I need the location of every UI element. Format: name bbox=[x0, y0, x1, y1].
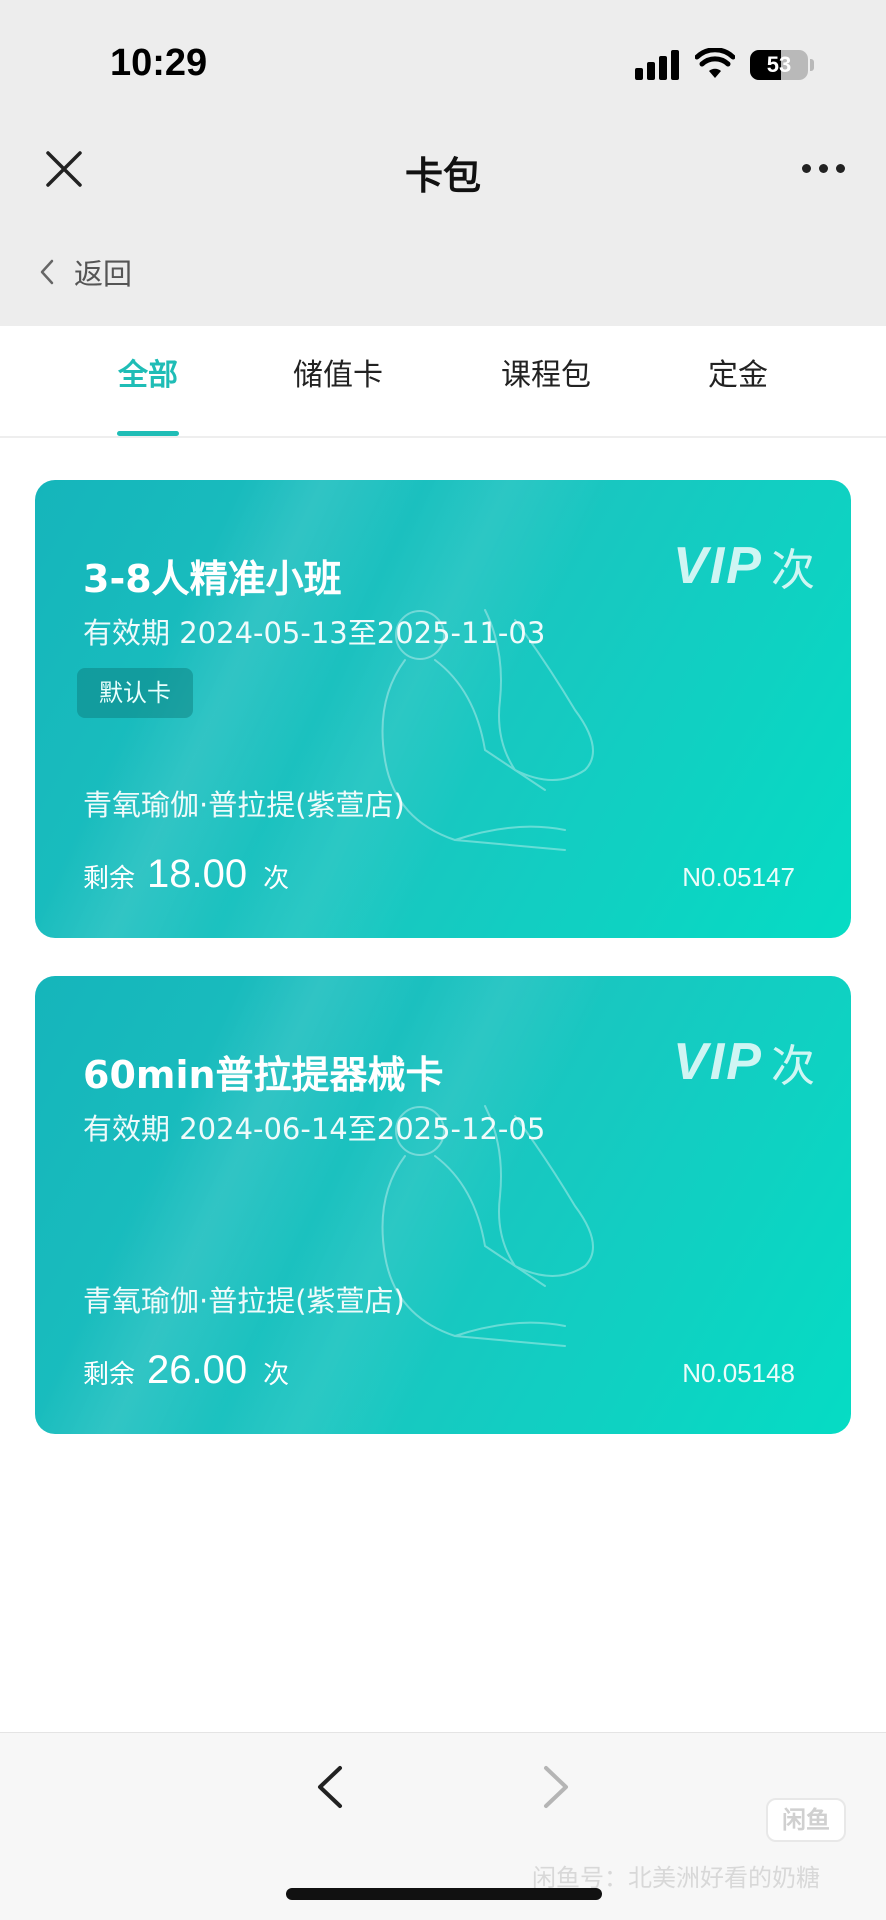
battery-cap bbox=[810, 59, 814, 71]
tab-deposit[interactable]: 定金 bbox=[690, 326, 786, 438]
vip-type: 次 bbox=[771, 545, 815, 596]
card-remaining: 剩余 26.00 次 bbox=[83, 1348, 289, 1393]
remain-unit: 次 bbox=[263, 864, 290, 894]
signal-icon bbox=[635, 50, 681, 80]
remain-value: 18.00 bbox=[147, 852, 248, 896]
default-card-badge: 默认卡 bbox=[77, 668, 193, 718]
back-label: 返回 bbox=[74, 257, 133, 291]
tab-label: 储值卡 bbox=[293, 358, 383, 393]
back-link[interactable]: 返回 bbox=[38, 252, 132, 292]
vip-mark: VIP 次 bbox=[673, 534, 815, 598]
card-remaining: 剩余 18.00 次 bbox=[83, 852, 289, 897]
battery-level: 53 bbox=[766, 52, 792, 77]
remain-label: 剩余 bbox=[83, 864, 136, 894]
membership-card[interactable]: 3-8人精准小班 有效期 2024-05-13至2025-11-03 默认卡 青… bbox=[35, 480, 851, 938]
tab-label: 全部 bbox=[118, 358, 178, 393]
home-indicator[interactable] bbox=[286, 1888, 602, 1900]
watermark-logo: 闲鱼 bbox=[766, 1798, 846, 1842]
card-store: 青氧瑜伽·普拉提(紫萱店) bbox=[83, 1284, 405, 1318]
more-icon[interactable] bbox=[798, 158, 848, 180]
remain-value: 26.00 bbox=[147, 1348, 248, 1392]
card-store: 青氧瑜伽·普拉提(紫萱店) bbox=[83, 788, 405, 822]
remain-label: 剩余 bbox=[83, 1360, 136, 1390]
wifi-icon bbox=[695, 48, 735, 78]
tab-stored-value-card[interactable]: 储值卡 bbox=[278, 326, 398, 438]
vip-text: VIP bbox=[673, 1033, 763, 1091]
card-title: 3-8人精准小班 bbox=[83, 557, 342, 601]
card-validity: 有效期 2024-05-13至2025-11-03 bbox=[83, 616, 546, 650]
card-number: N0.05148 bbox=[682, 1358, 795, 1388]
page-title: 卡包 bbox=[404, 154, 481, 198]
membership-card[interactable]: 60min普拉提器械卡 有效期 2024-06-14至2025-12-05 青氧… bbox=[35, 976, 851, 1434]
chevron-left-icon[interactable] bbox=[310, 1762, 350, 1812]
tab-label: 课程包 bbox=[501, 358, 591, 393]
battery-icon: 53 bbox=[750, 50, 808, 80]
vip-mark: VIP 次 bbox=[673, 1030, 815, 1094]
tab-label: 定金 bbox=[708, 358, 768, 393]
card-title: 60min普拉提器械卡 bbox=[83, 1053, 444, 1097]
remain-unit: 次 bbox=[263, 1360, 290, 1390]
tab-bar: 全部 储值卡 课程包 定金 bbox=[0, 326, 886, 438]
tab-underline bbox=[117, 431, 179, 436]
chevron-right-icon[interactable] bbox=[536, 1762, 576, 1812]
status-time: 10:29 bbox=[110, 42, 208, 84]
card-validity: 有效期 2024-06-14至2025-12-05 bbox=[83, 1112, 546, 1146]
vip-type: 次 bbox=[771, 1041, 815, 1092]
tab-all[interactable]: 全部 bbox=[92, 326, 204, 438]
chevron-left-icon bbox=[40, 259, 54, 285]
vip-text: VIP bbox=[673, 537, 763, 595]
card-number: N0.05147 bbox=[682, 862, 795, 892]
tab-course-package[interactable]: 课程包 bbox=[486, 326, 606, 438]
